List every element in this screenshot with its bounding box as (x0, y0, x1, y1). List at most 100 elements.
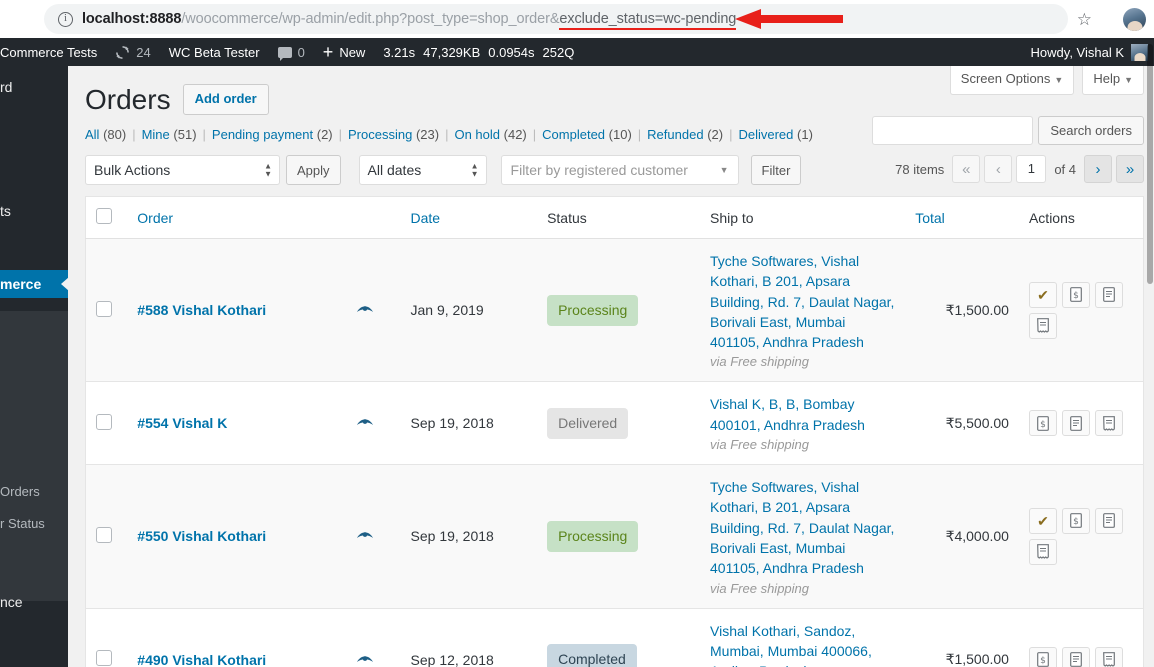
prev-page-button[interactable]: ‹ (984, 155, 1012, 183)
search-input[interactable] (872, 116, 1033, 145)
view-invoice-button[interactable] (1062, 647, 1090, 667)
adminbar-updates[interactable]: 24 (106, 38, 159, 66)
order-link[interactable]: #588 Vishal Kothari (137, 302, 266, 318)
mark-processing-button[interactable]: $ (1062, 282, 1090, 308)
address-bar[interactable]: localhost:8888/woocommerce/wp-admin/edit… (44, 4, 1068, 34)
adminbar-perf-memory[interactable]: 47,329KB (419, 38, 484, 66)
avatar[interactable] (1131, 44, 1148, 61)
mark-processing-button[interactable]: $ (1062, 508, 1090, 534)
adminbar-perf-query-time[interactable]: 0.0954s (484, 38, 538, 66)
ship-to-address[interactable]: Tyche Softwares, Vishal Kothari, B 201, … (710, 253, 894, 350)
info-icon[interactable] (58, 12, 73, 27)
last-page-button[interactable]: » (1116, 155, 1144, 183)
select-all-header[interactable] (86, 197, 128, 239)
bulk-actions-select-wrap[interactable]: Bulk Actions ▲▼ (85, 155, 280, 185)
adminbar-perf-queries[interactable]: 252Q (539, 38, 579, 66)
page-scrollbar[interactable] (1147, 38, 1154, 667)
row-select-cell[interactable] (86, 608, 128, 667)
status-cell: Completed (537, 608, 700, 667)
row-select-cell[interactable] (86, 382, 128, 465)
adminbar-wc-beta-tester[interactable]: WC Beta Tester (160, 38, 269, 66)
scrollbar-thumb[interactable] (1147, 44, 1153, 284)
svg-text:$: $ (1073, 517, 1079, 527)
sidebar-item-appearance[interactable]: nce (0, 594, 68, 610)
row-checkbox[interactable] (96, 527, 112, 543)
adminbar-perf-time[interactable]: 3.21s (374, 38, 419, 66)
status-link-completed[interactable]: Completed (10) (542, 127, 632, 142)
preview-eye-icon[interactable] (355, 302, 375, 318)
status-link-all[interactable]: All (80) (85, 127, 126, 142)
status-link-processing[interactable]: Processing (23) (348, 127, 439, 142)
mark-processing-button[interactable]: $ (1029, 647, 1057, 667)
check-icon: ✔ (1037, 288, 1049, 302)
adminbar-new[interactable]: + New (314, 38, 375, 66)
document-icon (1070, 652, 1082, 667)
order-link[interactable]: #550 Vishal Kothari (137, 528, 266, 544)
browser-profile-avatar[interactable] (1123, 8, 1146, 31)
column-header-date[interactable]: Date (401, 197, 538, 239)
status-link-mine[interactable]: Mine (51) (142, 127, 197, 142)
column-header-total[interactable]: Total (905, 197, 1019, 239)
table-row[interactable]: #490 Vishal Kothari Sep 12, 2018 Complet… (86, 608, 1144, 667)
mark-complete-button[interactable]: ✔ (1029, 508, 1057, 534)
row-checkbox[interactable] (96, 650, 112, 666)
add-order-button[interactable]: Add order (183, 84, 269, 115)
view-receipt-button[interactable] (1029, 313, 1057, 339)
search-orders-button[interactable]: Search orders (1038, 116, 1144, 145)
current-page-input[interactable]: 1 (1016, 155, 1046, 183)
view-invoice-button[interactable] (1062, 410, 1090, 436)
customer-filter-select[interactable]: Filter by registered customer ▼ (501, 155, 739, 185)
ship-to-address[interactable]: Vishal K, B, B, Bombay 400101, Andhra Pr… (710, 396, 865, 432)
view-invoice-button[interactable] (1095, 282, 1123, 308)
row-select-cell[interactable] (86, 239, 128, 382)
dates-select-wrap[interactable]: All dates ▲▼ (359, 155, 487, 185)
preview-eye-icon[interactable] (355, 415, 375, 431)
sidebar-item-dashboard[interactable]: rd (0, 79, 68, 95)
select-all-checkbox[interactable] (96, 208, 112, 224)
table-row[interactable]: #554 Vishal K Sep 19, 2018 Delivered Vis… (86, 382, 1144, 465)
row-checkbox[interactable] (96, 301, 112, 317)
table-row[interactable]: #550 Vishal Kothari Sep 19, 2018 Process… (86, 465, 1144, 608)
ship-to-address[interactable]: Vishal Kothari, Sandoz, Mumbai, Mumbai 4… (710, 623, 872, 667)
row-checkbox[interactable] (96, 414, 112, 430)
status-link-refunded[interactable]: Refunded (2) (647, 127, 723, 142)
mark-complete-button[interactable]: ✔ (1029, 282, 1057, 308)
first-page-button[interactable]: « (952, 155, 980, 183)
row-select-cell[interactable] (86, 465, 128, 608)
money-document-icon: $ (1037, 416, 1049, 431)
filter-button[interactable]: Filter (751, 155, 802, 185)
preview-eye-icon[interactable] (355, 528, 375, 544)
adminbar-site-name[interactable]: Commerce Tests (0, 38, 106, 66)
help-button[interactable]: Help▼ (1082, 66, 1144, 95)
order-link[interactable]: #490 Vishal Kothari (137, 652, 266, 667)
all-dates-select[interactable]: All dates (359, 155, 487, 185)
status-link-delivered[interactable]: Delivered (1) (738, 127, 812, 142)
mark-processing-button[interactable]: $ (1029, 410, 1057, 436)
star-icon[interactable]: ☆ (1077, 10, 1092, 30)
view-receipt-button[interactable] (1029, 539, 1057, 565)
status-link-pending-payment[interactable]: Pending payment (2) (212, 127, 333, 142)
view-invoice-button[interactable] (1095, 508, 1123, 534)
updates-icon (115, 45, 130, 60)
next-page-button[interactable]: › (1084, 155, 1112, 183)
table-row[interactable]: #588 Vishal Kothari Jan 9, 2019 Processi… (86, 239, 1144, 382)
sidebar-item-order-status[interactable]: r Status (0, 516, 68, 531)
bulk-actions-select[interactable]: Bulk Actions (85, 155, 280, 185)
adminbar-account-area[interactable]: Howdy, Vishal K (1031, 38, 1154, 66)
column-header-order[interactable]: Order (127, 197, 400, 239)
sidebar-item-products[interactable]: ts (0, 203, 68, 219)
apply-button[interactable]: Apply (286, 155, 341, 185)
status-link-on-hold[interactable]: On hold (42) (454, 127, 526, 142)
preview-eye-icon[interactable] (355, 652, 375, 667)
view-receipt-button[interactable] (1095, 647, 1123, 667)
order-link[interactable]: #554 Vishal K (137, 415, 227, 431)
view-receipt-button[interactable] (1095, 410, 1123, 436)
adminbar-comments[interactable]: 0 (269, 38, 314, 66)
column-header-label: Ship to (710, 210, 754, 226)
sidebar-item-orders[interactable]: Orders (0, 484, 68, 499)
ship-to-address[interactable]: Tyche Softwares, Vishal Kothari, B 201, … (710, 479, 894, 576)
sidebar-item-woocommerce[interactable]: merce (0, 270, 68, 298)
column-header-label: Total (915, 210, 945, 226)
screen-options-button[interactable]: Screen Options▼ (950, 66, 1075, 95)
plus-icon: + (323, 43, 334, 61)
